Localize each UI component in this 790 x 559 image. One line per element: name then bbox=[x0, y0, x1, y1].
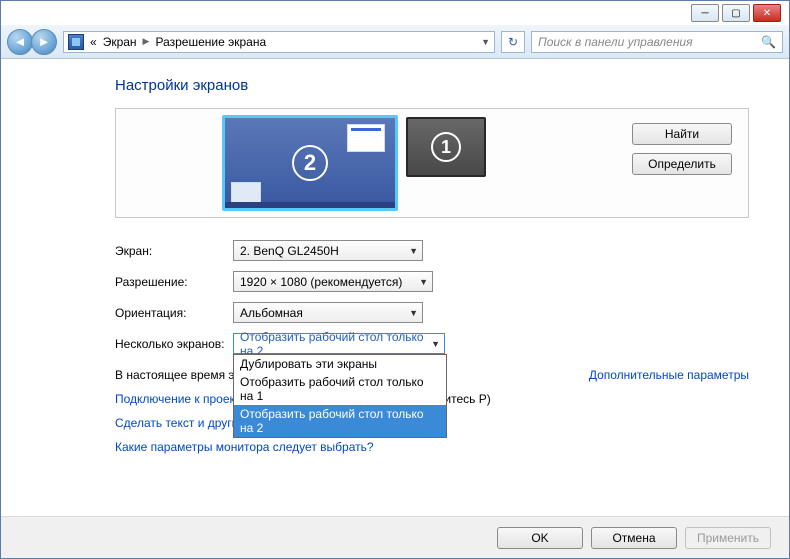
crumb-prefix: « bbox=[90, 35, 97, 49]
label-resolution: Разрешение: bbox=[115, 275, 233, 289]
crumb-sep: ▶ bbox=[143, 36, 150, 47]
navbar: ◄ ► « Экран ▶ Разрешение экрана ▼ ↻ Поис… bbox=[1, 25, 789, 59]
main-display-note: В настоящее время эт bbox=[115, 368, 240, 382]
orientation-dropdown[interactable]: Альбомная ▼ bbox=[233, 302, 423, 323]
identify-button[interactable]: Определить bbox=[632, 153, 732, 175]
crumb-resolution[interactable]: Разрешение экрана bbox=[155, 35, 266, 49]
chevron-down-icon: ▼ bbox=[431, 339, 440, 349]
monitor-2-number: 2 bbox=[292, 145, 328, 181]
refresh-button[interactable]: ↻ bbox=[501, 31, 525, 53]
window-controls: ─ ▢ ✕ bbox=[691, 4, 781, 22]
crumb-screen[interactable]: Экран bbox=[103, 35, 137, 49]
monitor-1-number: 1 bbox=[431, 132, 461, 162]
option-duplicate[interactable]: Дублировать эти экраны bbox=[234, 355, 446, 373]
screen-dropdown[interactable]: 2. BenQ GL2450H ▼ bbox=[233, 240, 423, 261]
find-button[interactable]: Найти bbox=[632, 123, 732, 145]
ok-button[interactable]: OK bbox=[497, 527, 583, 549]
label-screen: Экран: bbox=[115, 244, 233, 258]
page-title: Настройки экранов bbox=[115, 77, 749, 94]
forward-button[interactable]: ► bbox=[31, 29, 57, 55]
monitor-2[interactable]: 2 bbox=[222, 115, 398, 211]
address-dropdown-icon[interactable]: ▼ bbox=[481, 37, 490, 47]
search-input[interactable]: Поиск в панели управления 🔍 bbox=[531, 31, 783, 53]
minimize-button[interactable]: ─ bbox=[691, 4, 719, 22]
multiple-displays-list: Дублировать эти экраны Отобразить рабочи… bbox=[233, 354, 447, 438]
apply-button: Применить bbox=[685, 527, 771, 549]
advanced-settings-link[interactable]: Дополнительные параметры bbox=[589, 368, 749, 382]
multiple-displays-dropdown[interactable]: Отобразить рабочий стол только на 2 ▼ Ду… bbox=[233, 333, 445, 354]
back-button[interactable]: ◄ bbox=[7, 29, 33, 55]
monitor-preview-panel: 2 1 Найти Определить bbox=[115, 108, 749, 218]
chevron-down-icon: ▼ bbox=[419, 277, 428, 287]
resolution-dropdown[interactable]: 1920 × 1080 (рекомендуется) ▼ bbox=[233, 271, 433, 292]
window-thumb-icon bbox=[347, 124, 385, 152]
chevron-down-icon: ▼ bbox=[409, 308, 418, 318]
label-orientation: Ориентация: bbox=[115, 306, 233, 320]
cancel-button[interactable]: Отмена bbox=[591, 527, 677, 549]
taskbar-icon bbox=[225, 202, 395, 208]
label-multiple: Несколько экранов: bbox=[115, 337, 233, 351]
maximize-button[interactable]: ▢ bbox=[722, 4, 750, 22]
monitor-1[interactable]: 1 bbox=[406, 117, 486, 177]
chevron-down-icon: ▼ bbox=[409, 246, 418, 256]
window-thumb-icon bbox=[231, 182, 261, 204]
search-icon[interactable]: 🔍 bbox=[761, 35, 776, 49]
option-show-on-1[interactable]: Отобразить рабочий стол только на 1 bbox=[234, 373, 446, 405]
monitor-help-link[interactable]: Какие параметры монитора следует выбрать… bbox=[115, 440, 374, 454]
option-show-on-2[interactable]: Отобразить рабочий стол только на 2 bbox=[234, 405, 446, 437]
footer: OK Отмена Применить bbox=[1, 516, 789, 558]
search-placeholder: Поиск в панели управления bbox=[538, 35, 693, 49]
close-button[interactable]: ✕ bbox=[753, 4, 781, 22]
control-panel-icon bbox=[68, 34, 84, 50]
address-bar[interactable]: « Экран ▶ Разрешение экрана ▼ bbox=[63, 31, 495, 53]
